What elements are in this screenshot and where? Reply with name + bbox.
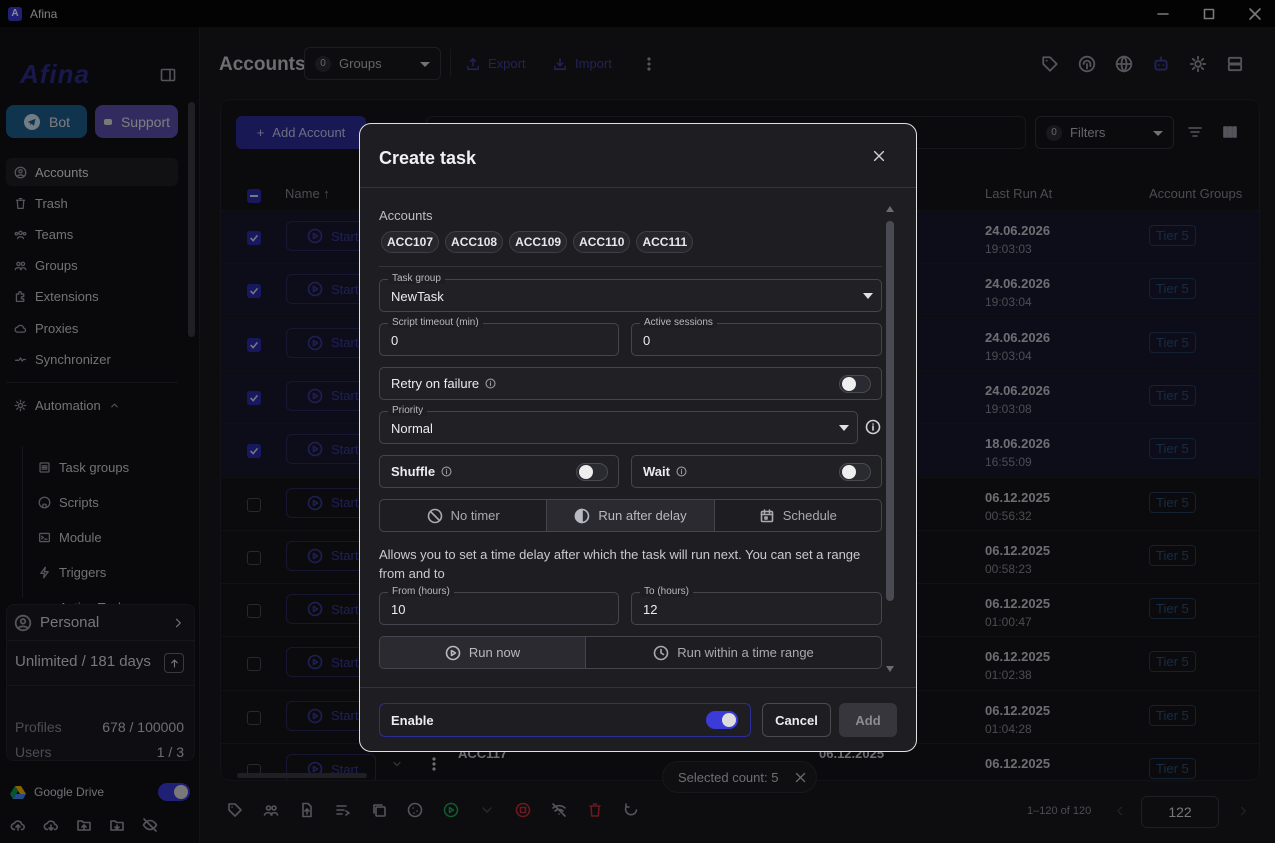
info-icon	[485, 378, 496, 389]
tab-label: Run within a time range	[677, 645, 814, 660]
shuffle-row: Shuffle	[379, 455, 619, 488]
enable-label: Enable	[391, 712, 434, 728]
calendar-icon	[760, 508, 774, 522]
caret-down-icon	[863, 293, 873, 299]
info-icon	[441, 466, 452, 477]
dialog-footer-divider	[360, 687, 916, 688]
task-group-value: NewTask	[391, 289, 444, 304]
task-group-label: Task group	[388, 273, 445, 284]
play-circle-icon	[445, 645, 461, 660]
active-sessions-value: 0	[643, 333, 651, 348]
enable-row: Enable	[379, 703, 751, 737]
tab-run-after-delay[interactable]: Run after delay	[547, 500, 715, 531]
add-button[interactable]: Add	[839, 703, 897, 737]
script-timeout-field[interactable]: Script timeout (min) 0	[379, 317, 619, 356]
close-icon	[873, 150, 885, 162]
wait-toggle[interactable]	[839, 463, 871, 481]
clock-icon	[653, 645, 669, 660]
scroll-up-arrow-icon[interactable]	[886, 206, 894, 212]
tab-label: Run now	[468, 645, 521, 660]
account-chip: ACC110	[573, 231, 631, 253]
create-task-dialog: Create task Accounts ACC107 ACC108 ACC109 A…	[359, 123, 917, 752]
priority-info-button[interactable]	[865, 419, 881, 435]
info-icon	[865, 419, 881, 435]
shuffle-toggle[interactable]	[576, 463, 608, 481]
tab-label: Run after delay	[598, 508, 687, 523]
half-circle-clock-icon	[575, 508, 590, 523]
account-chip: ACC111	[636, 231, 694, 253]
tab-run-now[interactable]: Run now	[380, 637, 586, 668]
scroll-down-arrow-icon[interactable]	[886, 666, 894, 672]
accounts-divider	[379, 266, 882, 267]
from-hours-field[interactable]: From (hours) 10	[379, 586, 619, 625]
active-sessions-label: Active sessions	[640, 317, 717, 328]
caret-down-icon	[839, 425, 849, 431]
timer-mode-segmented: No timer Run after delay Schedule	[379, 499, 882, 532]
from-hours-label: From (hours)	[388, 586, 454, 597]
script-timeout-value: 0	[391, 333, 399, 348]
active-sessions-field[interactable]: Active sessions 0	[631, 317, 882, 356]
run-mode-segmented: Run now Run within a time range	[379, 636, 882, 669]
retry-label: Retry on failure	[391, 376, 480, 391]
timer-help-text: Allows you to set a time delay after whi…	[379, 547, 861, 581]
tab-schedule[interactable]: Schedule	[715, 500, 881, 531]
to-hours-value: 12	[643, 602, 658, 617]
accounts-chip-list: ACC107 ACC108 ACC109 ACC110 ACC111	[381, 231, 694, 253]
to-hours-field[interactable]: To (hours) 12	[631, 586, 882, 625]
tab-label: Schedule	[782, 508, 837, 523]
dialog-title: Create task	[379, 148, 477, 168]
tab-label: No timer	[450, 508, 500, 523]
shuffle-label: Shuffle	[391, 464, 436, 479]
dialog-close-button[interactable]	[872, 149, 886, 163]
account-chip: ACC109	[509, 231, 568, 253]
priority-label: Priority	[388, 405, 428, 416]
ban-icon	[427, 508, 442, 523]
info-icon	[676, 466, 687, 477]
retry-on-failure-row: Retry on failure	[379, 367, 882, 400]
account-chip: ACC107	[381, 231, 440, 253]
script-timeout-label: Script timeout (min)	[388, 317, 483, 328]
dialog-scrollbar-thumb[interactable]	[886, 221, 894, 601]
wait-row: Wait	[631, 455, 882, 488]
wait-label: Wait	[643, 464, 670, 479]
dialog-header-divider	[360, 187, 916, 188]
enable-toggle[interactable]	[706, 711, 738, 729]
from-hours-value: 10	[391, 602, 406, 617]
tab-run-within-time-range[interactable]: Run within a time range	[586, 637, 881, 668]
account-chip: ACC108	[445, 231, 504, 253]
retry-toggle[interactable]	[839, 375, 871, 393]
tab-no-timer[interactable]: No timer	[380, 500, 548, 531]
to-hours-label: To (hours)	[640, 586, 694, 597]
cancel-button[interactable]: Cancel	[762, 703, 831, 737]
priority-value: Normal	[391, 421, 433, 436]
task-group-select[interactable]: Task group NewTask	[379, 273, 882, 312]
priority-select[interactable]: Priority Normal	[379, 405, 858, 444]
accounts-label: Accounts	[379, 208, 433, 223]
